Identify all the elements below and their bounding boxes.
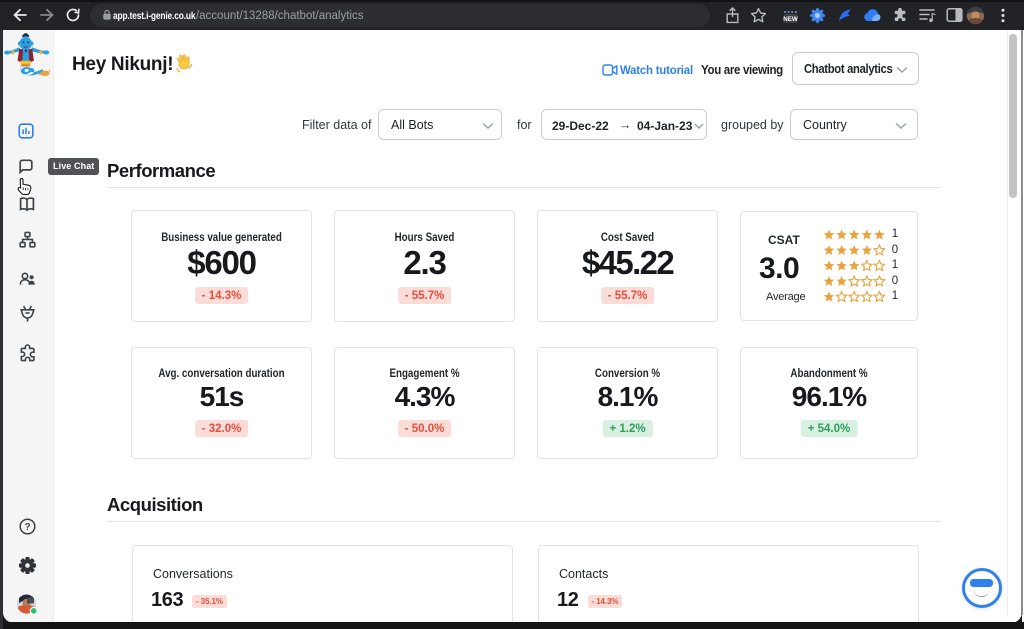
svg-text:?: ? [24,522,30,533]
svg-text:NEW: NEW [783,16,798,23]
